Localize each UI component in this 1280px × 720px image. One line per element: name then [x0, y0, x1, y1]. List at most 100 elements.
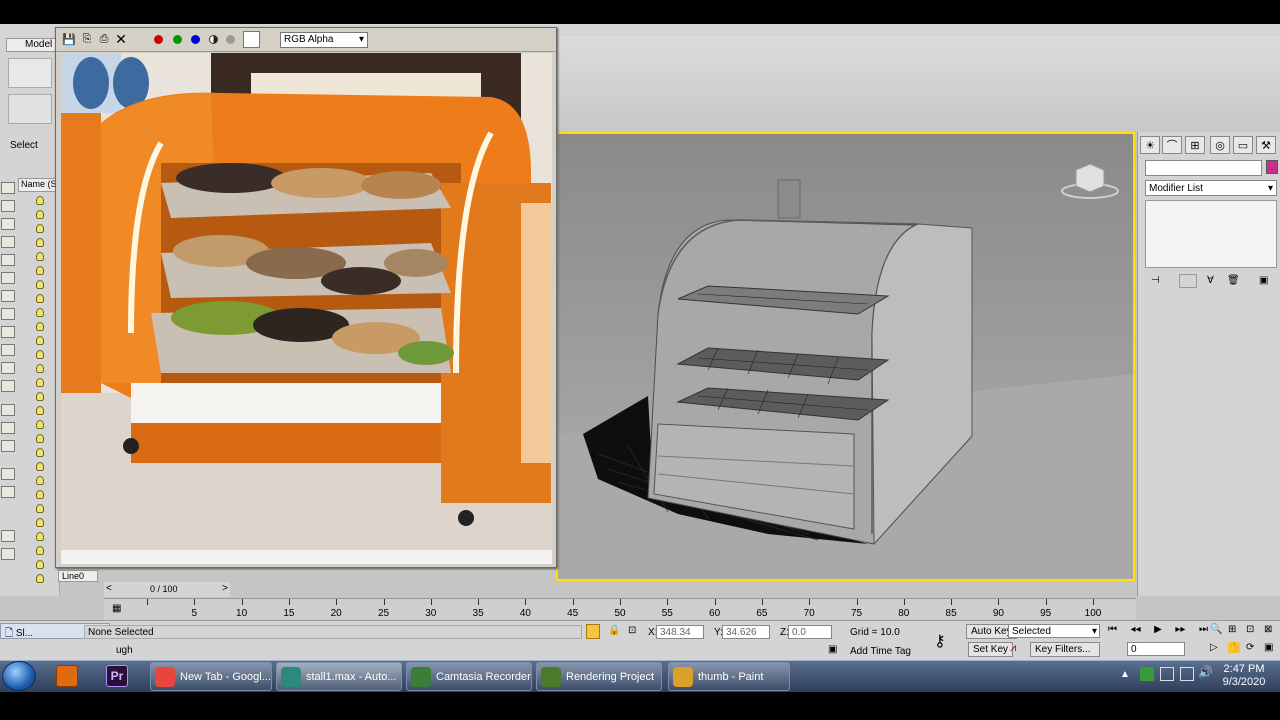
light-bulb-icon[interactable] [36, 224, 44, 233]
light-bulb-icon[interactable] [36, 448, 44, 457]
create-tab-icon[interactable]: ☀ [1140, 136, 1160, 154]
x-coordinate-field[interactable]: 348.34 [656, 625, 704, 639]
key-filters-button[interactable]: Key Filters... [1030, 642, 1100, 657]
show-hidden-icons-icon[interactable]: ▲ [1120, 669, 1130, 680]
modifier-stack[interactable] [1145, 200, 1277, 268]
clock[interactable]: 2:47 PM 9/3/2020 [1212, 663, 1276, 689]
pin-stack-icon[interactable]: ⊣ [1151, 275, 1160, 286]
graphite-tools[interactable] [8, 58, 52, 88]
light-bulb-icon[interactable] [36, 490, 44, 499]
light-bulb-icon[interactable] [36, 532, 44, 541]
display-groups-icon[interactable] [1, 308, 15, 320]
show-end-result-icon[interactable] [1179, 274, 1197, 288]
key-curve-icon[interactable]: ⩘ [1010, 642, 1016, 655]
light-bulb-icon[interactable] [36, 196, 44, 205]
add-time-tag-label[interactable]: Add Time Tag [850, 646, 911, 657]
track-bar[interactable]: ▦ 5 10 15 20 25 30 35 40 45 50 55 60 65 70 75 80 85 90 95 1… [104, 598, 1136, 620]
configure-sets-icon[interactable]: ▣ [1259, 275, 1268, 286]
zoom-icon[interactable]: 🔍 [1210, 624, 1222, 635]
light-bulb-icon[interactable] [36, 434, 44, 443]
light-bulb-icon[interactable] [36, 294, 44, 303]
display-layers-icon[interactable] [1, 468, 15, 480]
alpha-channel-icon[interactable] [209, 35, 218, 44]
light-bulb-icon[interactable] [36, 406, 44, 415]
set-key-button[interactable]: Set Key [968, 642, 1014, 657]
zoom-extents-all-icon[interactable]: ⊠ [1264, 624, 1272, 635]
light-bulb-icon[interactable] [36, 546, 44, 555]
slider-left-arrow-icon[interactable]: < [106, 583, 112, 594]
remove-modifier-icon[interactable]: 🗑 [1227, 275, 1240, 286]
select-label[interactable]: Select [10, 140, 38, 151]
taskbar-item[interactable]: Rendering Project [536, 662, 662, 691]
light-bulb-icon[interactable] [36, 392, 44, 401]
hierarchy-tab-icon[interactable]: ⊞ [1185, 136, 1205, 154]
volume-icon[interactable]: 🔊 [1198, 665, 1213, 679]
maximize-viewport-icon[interactable]: ▣ [1264, 642, 1273, 653]
light-bulb-icon[interactable] [36, 252, 44, 261]
field-of-view-icon[interactable]: ▷ [1210, 642, 1218, 653]
light-bulb-icon[interactable] [36, 364, 44, 373]
light-bulb-icon[interactable] [36, 238, 44, 247]
time-slider[interactable]: < 0 / 100 > [104, 582, 230, 597]
filter-options-icon[interactable] [1, 530, 15, 542]
play-icon[interactable]: ▶ [1154, 624, 1162, 640]
display-xrefs-icon[interactable] [1, 326, 15, 338]
display-shapes-icon[interactable] [1, 218, 15, 230]
current-frame-field[interactable]: 0 [1127, 642, 1185, 656]
layer-dropdown[interactable]: Line0 [58, 570, 98, 582]
zoom-all-icon[interactable]: ⊞ [1228, 624, 1236, 635]
polygon-tools[interactable] [8, 94, 52, 124]
clear-image-icon[interactable]: ✕ [114, 31, 128, 47]
light-bulb-icon[interactable] [36, 280, 44, 289]
go-to-end-icon[interactable]: ⏭ [1199, 624, 1208, 640]
orbit-icon[interactable]: ⟳ [1246, 642, 1254, 653]
premiere-pro-icon[interactable]: Pr [106, 665, 128, 687]
light-bulb-icon[interactable] [36, 560, 44, 569]
display-influences-icon[interactable] [1, 422, 15, 434]
previous-frame-icon[interactable]: ◂◂ [1131, 624, 1141, 640]
light-bulb-icon[interactable] [36, 476, 44, 485]
explorer-options-icon[interactable] [1, 548, 15, 560]
taskbar-item[interactable]: stall1.max - Auto... [276, 662, 402, 691]
display-bones-icon[interactable] [1, 344, 15, 356]
save-image-icon[interactable]: 💾 [62, 33, 76, 46]
display-none-icon[interactable] [1, 182, 15, 194]
light-bulb-icon[interactable] [36, 308, 44, 317]
modify-tab-icon[interactable]: ⌒ [1162, 136, 1182, 154]
next-frame-icon[interactable]: ▸▸ [1175, 624, 1185, 640]
motion-tab-icon[interactable]: ◎ [1210, 136, 1230, 154]
light-bulb-icon[interactable] [36, 420, 44, 429]
media-player-icon[interactable] [56, 665, 78, 687]
display-all-icon[interactable] [1, 440, 15, 452]
light-bulb-icon[interactable] [36, 378, 44, 387]
utilities-tab-icon[interactable]: ⚒ [1256, 136, 1276, 154]
tray-flag-icon[interactable] [1160, 667, 1174, 681]
light-bulb-icon[interactable] [36, 350, 44, 359]
name-column-header[interactable]: Name (S [18, 178, 60, 192]
light-bulb-icon[interactable] [36, 518, 44, 527]
key-mode-dropdown[interactable]: Selected ▾ [1008, 624, 1100, 638]
set-key-icon[interactable]: ⚷ [934, 631, 946, 651]
display-lights-icon[interactable] [1, 236, 15, 248]
taskbar-item[interactable]: thumb - Paint [668, 662, 790, 691]
object-name-field[interactable] [1145, 160, 1262, 176]
blue-channel-icon[interactable] [191, 35, 200, 44]
display-geometry-icon[interactable] [1, 200, 15, 212]
pan-view-icon[interactable]: ✋ [1228, 642, 1241, 653]
object-color-swatch[interactable] [1266, 160, 1278, 174]
curve-editor-icon[interactable]: ▦ [112, 603, 121, 614]
red-channel-icon[interactable] [154, 35, 163, 44]
display-tab-icon[interactable]: ▭ [1233, 136, 1253, 154]
network-icon[interactable] [1180, 667, 1194, 681]
light-bulb-icon[interactable] [36, 462, 44, 471]
tab-model[interactable]: Model [6, 38, 56, 52]
copy-image-icon[interactable]: ⎘ [80, 33, 94, 46]
zoom-extents-icon[interactable]: ⊡ [1246, 624, 1254, 635]
y-coordinate-field[interactable]: 34.626 [722, 625, 770, 639]
display-children-icon[interactable] [1, 404, 15, 416]
display-cameras-icon[interactable] [1, 254, 15, 266]
modifier-list-dropdown[interactable]: Modifier List ▾ [1145, 180, 1277, 196]
swatch-box[interactable] [243, 31, 260, 48]
light-bulb-icon[interactable] [36, 504, 44, 513]
green-channel-icon[interactable] [173, 35, 182, 44]
